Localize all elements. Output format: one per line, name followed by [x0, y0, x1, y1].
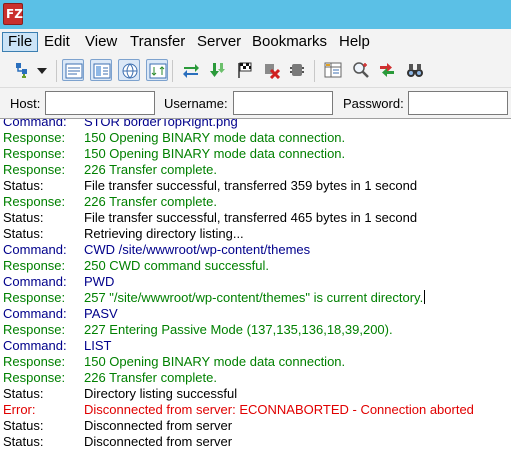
toolbar-separator	[172, 60, 173, 82]
log-message: STOR borderTopRight.png	[84, 118, 238, 129]
log-message: Retrieving directory listing...	[84, 226, 244, 241]
toolbar	[0, 54, 511, 88]
menu-edit[interactable]: Edit	[39, 32, 75, 52]
log-message: Directory listing successful	[84, 386, 238, 401]
log-type: Response:	[3, 370, 66, 385]
menu-bar: File Edit View Transfer Server Bookmarks…	[0, 29, 511, 54]
log-message: Disconnected from server: ECONNABORTED -…	[84, 402, 474, 417]
log-type: Response:	[3, 354, 66, 369]
log-type: Status:	[3, 210, 44, 225]
quickconnect-bar: Host: Username: Password:	[0, 88, 511, 118]
log-message: 150 Opening BINARY mode data connection.	[84, 146, 346, 161]
username-label: Username:	[164, 96, 228, 111]
filezilla-icon[interactable]: FZ	[3, 3, 23, 25]
title-bar: FZ	[0, 0, 511, 29]
log-type: Response:	[3, 258, 66, 273]
reconnect-icon[interactable]	[286, 59, 308, 81]
log-type: Status:	[3, 434, 44, 449]
log-type: Response:	[3, 130, 66, 145]
log-type: Response:	[3, 290, 66, 305]
host-input[interactable]	[45, 91, 155, 115]
cancel-operation-icon[interactable]	[234, 59, 256, 81]
sync-browsing-icon[interactable]	[376, 59, 398, 81]
menu-bookmarks[interactable]: Bookmarks	[247, 32, 332, 52]
log-type: Response:	[3, 322, 66, 337]
log-type: Error:	[3, 402, 36, 417]
log-type: Response:	[3, 162, 66, 177]
password-input[interactable]	[408, 91, 508, 115]
menu-transfer[interactable]: Transfer	[125, 32, 190, 52]
log-type: Command:	[3, 338, 67, 353]
site-manager-icon[interactable]	[12, 59, 34, 81]
toggle-message-log-icon[interactable]	[62, 59, 84, 81]
log-type: Command:	[3, 118, 67, 129]
log-type: Command:	[3, 306, 67, 321]
log-type: Status:	[3, 178, 44, 193]
app-icon-letters: FZ	[6, 7, 23, 21]
log-type: Status:	[3, 386, 44, 401]
log-type: Response:	[3, 194, 66, 209]
log-message: File transfer successful, transferred 35…	[84, 178, 418, 193]
directory-listing-filters-icon[interactable]	[322, 59, 344, 81]
menu-server[interactable]: Server	[192, 32, 246, 52]
log-message: 226 Transfer complete.	[84, 370, 217, 385]
log-type: Response:	[3, 146, 66, 161]
menu-help[interactable]: Help	[334, 32, 375, 52]
log-message: PWD	[84, 274, 115, 289]
message-log[interactable]: Command: STOR borderTopRight.png Response:…	[0, 118, 511, 457]
log-message: Disconnected from server	[84, 418, 233, 433]
toggle-local-tree-icon[interactable]	[90, 59, 112, 81]
log-message: 257 "/site/wwwroot/wp-content/themes" is…	[84, 290, 426, 305]
log-type: Status:	[3, 226, 44, 241]
toolbar-separator	[314, 60, 315, 82]
toggle-transfer-queue-icon[interactable]	[146, 59, 168, 81]
search-remote-files-icon[interactable]	[404, 59, 426, 81]
toggle-remote-tree-icon[interactable]	[118, 59, 140, 81]
disconnect-icon[interactable]	[260, 59, 282, 81]
dropdown-arrow-icon[interactable]	[34, 59, 50, 81]
log-message: CWD /site/wwwroot/wp-content/themes	[84, 242, 311, 257]
log-message: 226 Transfer complete.	[84, 162, 217, 177]
refresh-icon[interactable]	[180, 59, 202, 81]
username-input[interactable]	[233, 91, 333, 115]
log-message: 226 Transfer complete.	[84, 194, 217, 209]
log-message: PASV	[84, 306, 118, 321]
log-message: LIST	[84, 338, 112, 353]
log-type: Command:	[3, 242, 67, 257]
password-label: Password:	[343, 96, 404, 111]
log-message: 227 Entering Passive Mode (137,135,136,1…	[84, 322, 393, 337]
text-caret	[424, 290, 426, 304]
log-type: Status:	[3, 418, 44, 433]
log-message: 150 Opening BINARY mode data connection.	[84, 354, 346, 369]
process-queue-icon[interactable]	[206, 59, 228, 81]
log-message: 250 CWD command successful.	[84, 258, 269, 273]
log-message: 150 Opening BINARY mode data connection.	[84, 130, 346, 145]
log-message: Disconnected from server	[84, 434, 233, 449]
menu-view[interactable]: View	[80, 32, 122, 52]
compare-directories-icon[interactable]	[350, 59, 372, 81]
log-type: Command:	[3, 274, 67, 289]
toolbar-separator	[56, 60, 57, 82]
menu-file[interactable]: File	[2, 32, 39, 52]
host-label: Host:	[10, 96, 41, 111]
log-message: File transfer successful, transferred 46…	[84, 210, 418, 225]
